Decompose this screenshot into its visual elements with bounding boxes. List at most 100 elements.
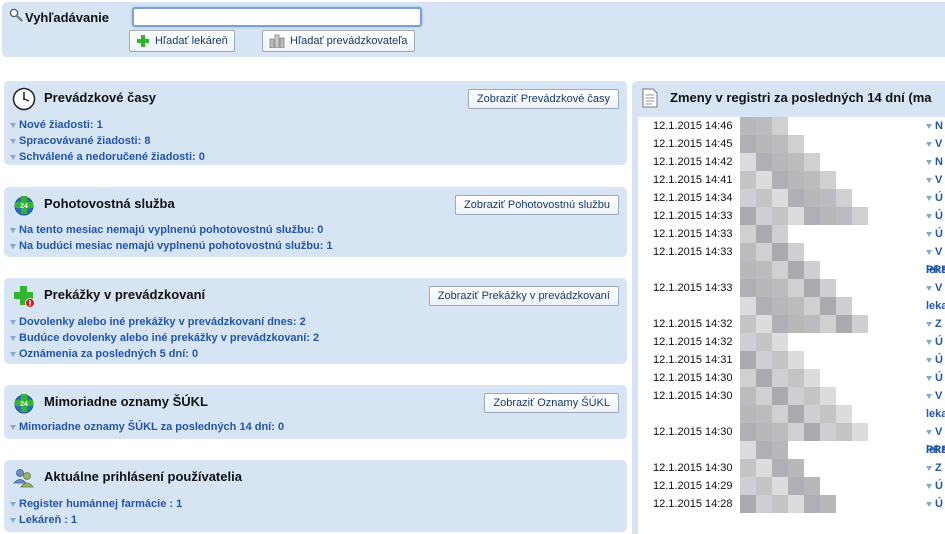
change-link[interactable]: V <box>926 282 942 294</box>
triangle-down-icon <box>10 139 16 144</box>
link-sukl-14-days[interactable]: Mimoriadne oznamy ŠÚKL za posledných 14 … <box>10 419 284 435</box>
link-this-month-missing[interactable]: Na tento mesiac nemajú vyplnenú pohotovo… <box>10 222 333 238</box>
users-icon <box>13 469 34 488</box>
redacted-pixel-block <box>788 315 804 333</box>
redacted-pixel-block <box>852 315 868 333</box>
link-next-month-missing[interactable]: Na budúci mesiac nemajú vyplnenú pohotov… <box>10 238 333 254</box>
change-link-label: V <box>935 246 943 258</box>
link-holidays-today[interactable]: Dovolenky alebo iné prekážky v prevádzko… <box>10 314 319 330</box>
link-approved-undelivered[interactable]: Schválené a nedoručené žiadosti: 0 <box>10 149 205 165</box>
change-link[interactable]: Ú <box>926 354 943 366</box>
redacted-pixel-block <box>804 297 820 315</box>
link-new-requests[interactable]: Nové žiadosti: 1 <box>10 117 205 133</box>
change-link[interactable]: Ú <box>926 480 943 492</box>
change-link[interactable]: Ú <box>926 372 943 384</box>
change-link[interactable]: Ú <box>926 228 943 240</box>
redacted-pixel-block <box>740 495 756 513</box>
link-label: Lekáreň : 1 <box>19 514 78 526</box>
redacted-pixel-block <box>804 279 820 297</box>
redacted-pixel-block <box>836 207 852 225</box>
show-obstacles-button[interactable]: Zobraziť Prekážky v prevádzkovaní <box>428 286 619 306</box>
search-operator-button[interactable]: Hľadať prevádzkovateľa <box>262 30 415 52</box>
redacted-pixel-block <box>788 423 804 441</box>
change-time: 12.1.2015 14:32 <box>653 336 733 348</box>
change-link-continuation[interactable]: leka <box>926 408 945 420</box>
triangle-down-icon <box>926 196 932 201</box>
search-input[interactable] <box>132 7 422 27</box>
change-link[interactable]: V <box>926 390 942 402</box>
panel-emergency-service: 24 Pohotovostná služba Zobraziť Pohotovo… <box>4 187 627 257</box>
change-link[interactable]: Ú <box>926 336 943 348</box>
link-pharmacy-users[interactable]: Lekáreň : 1 <box>10 512 182 528</box>
change-time: 12.1.2015 14:30 <box>653 462 733 474</box>
link-notices-5-days[interactable]: Oznámenia za posledných 5 dní: 0 <box>10 346 319 362</box>
change-link[interactable]: Z <box>926 462 942 474</box>
change-link-label: Ú <box>935 228 943 240</box>
change-link[interactable]: V <box>926 138 942 150</box>
triangle-down-icon <box>926 142 932 147</box>
change-link[interactable]: Ú <box>926 192 943 204</box>
redacted-pixel-block <box>756 225 772 243</box>
change-link[interactable]: N <box>926 120 943 132</box>
change-row: leka <box>638 261 945 279</box>
change-row: leka <box>638 441 945 459</box>
pharmacy-globe-icon: 24 <box>14 394 34 414</box>
redacted-pixel-block <box>740 459 756 477</box>
panel-title: Prevádzkové časy <box>44 90 157 105</box>
change-link-continuation[interactable]: leka <box>926 444 945 456</box>
changes-panel: Zmeny v registri za posledných 14 dní (m… <box>632 81 945 534</box>
redacted-pixel-block <box>772 225 788 243</box>
link-future-holidays[interactable]: Budúce dovolenky alebo iné prekážky v pr… <box>10 330 319 346</box>
link-register-users[interactable]: Register humánnej farmácie : 1 <box>10 496 182 512</box>
change-time: 12.1.2015 14:34 <box>653 192 733 204</box>
redacted-pixel-block <box>756 441 772 459</box>
triangle-down-icon <box>10 352 16 357</box>
search-pharmacy-button[interactable]: Hľadať lekáreň <box>129 30 235 52</box>
show-emergency-service-button[interactable]: Zobraziť Pohotovostnú službu <box>455 195 619 215</box>
change-link-continuation[interactable]: leka <box>926 300 945 312</box>
panel-links: Mimoriadne oznamy ŠÚKL za posledných 14 … <box>10 419 284 435</box>
triangle-down-icon <box>926 358 932 363</box>
triangle-down-icon <box>926 232 932 237</box>
redacted-pixel-block <box>820 297 836 315</box>
change-row: 12.1.2015 14:32 Ú <box>638 333 945 351</box>
redacted-pixel-block <box>772 243 788 261</box>
search-pharmacy-label: Hľadať lekáreň <box>155 35 228 47</box>
redacted-pixel-block <box>756 135 772 153</box>
change-time: 12.1.2015 14:33 <box>653 282 733 294</box>
change-link[interactable]: V <box>926 174 942 186</box>
redacted-pixel-block <box>772 279 788 297</box>
document-icon <box>642 88 658 108</box>
change-link[interactable]: N <box>926 156 943 168</box>
change-link[interactable]: Z <box>926 318 942 330</box>
change-link[interactable]: Ú <box>926 210 943 222</box>
redacted-pixel-block <box>804 315 820 333</box>
redacted-pixel-block <box>772 171 788 189</box>
link-processing-requests[interactable]: Spracovávané žiadosti: 8 <box>10 133 205 149</box>
redacted-pixel-block <box>820 405 836 423</box>
panel-sukl-notices: 24 Mimoriadne oznamy ŠÚKL Zobraziť Oznam… <box>4 385 627 439</box>
panel-title: Aktuálne prihlásení používatelia <box>44 469 242 484</box>
change-link[interactable]: V <box>926 426 942 438</box>
redacted-pixel-block <box>740 243 756 261</box>
show-operating-hours-button[interactable]: Zobraziť Prevádzkové časy <box>467 89 619 109</box>
panel-title: Mimoriadne oznamy ŠÚKL <box>44 394 208 409</box>
triangle-down-icon <box>10 123 16 128</box>
panel-links: Na tento mesiac nemajú vyplnenú pohotovo… <box>10 222 333 254</box>
change-link[interactable]: V <box>926 246 942 258</box>
redacted-pixel-block <box>788 243 804 261</box>
show-sukl-notices-button[interactable]: Zobraziť Oznamy ŠÚKL <box>484 393 619 413</box>
change-link-continuation[interactable]: leka <box>926 264 945 276</box>
redacted-pixel-block <box>804 189 820 207</box>
triangle-down-icon <box>926 178 932 183</box>
redacted-pixel-block <box>804 495 820 513</box>
search-label: Vyhľadávanie <box>25 10 110 25</box>
change-link[interactable]: Ú <box>926 498 943 510</box>
triangle-down-icon <box>926 322 932 327</box>
redacted-pixel-block <box>740 117 756 135</box>
panel-operating-hours: Prevádzkové časy Zobraziť Prevádzkové ča… <box>4 81 627 165</box>
triangle-down-icon <box>926 430 932 435</box>
change-link-label: Z <box>935 462 942 474</box>
redacted-pixel-block <box>804 207 820 225</box>
pharmacy-globe-icon: 24 <box>14 196 34 216</box>
